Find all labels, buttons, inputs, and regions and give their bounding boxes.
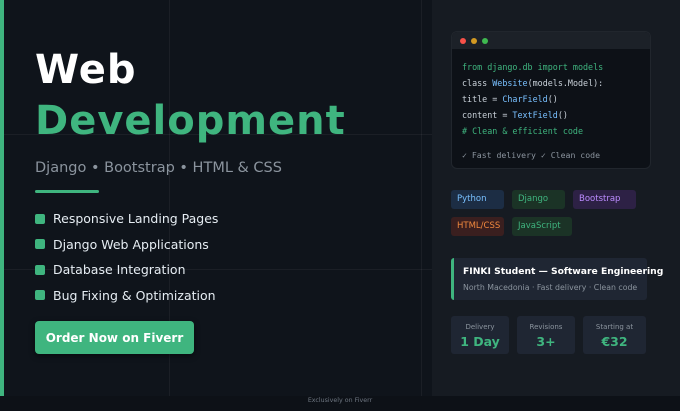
code-text: content = (462, 110, 513, 120)
code-window: from django.db import models class Websit… (451, 31, 651, 169)
tag-python: Python (451, 190, 504, 209)
stat-delivery: Delivery 1 Day (451, 316, 509, 354)
stat-label: Revisions (529, 323, 563, 331)
code-class-name: Website (492, 78, 528, 88)
code-keyword: class (462, 78, 493, 88)
feature-label: Database Integration (53, 262, 186, 278)
stat-value: 1 Day (460, 334, 500, 349)
code-text: () (557, 110, 568, 120)
feature-item: Django Web Applications (35, 232, 218, 258)
maximize-dot-icon (482, 37, 488, 44)
grid-line (421, 0, 422, 396)
code-block: from django.db import models class Websit… (452, 49, 650, 139)
window-titlebar (452, 32, 650, 49)
hero-title-line2: Development (35, 98, 346, 144)
feature-item: Responsive Landing Pages (35, 206, 218, 232)
tag-django: Django (512, 190, 565, 209)
code-text: (models.Model): (527, 78, 604, 88)
tag-javascript: JavaScript (512, 217, 572, 236)
info-card: FINKI Student — Software Engineering Nor… (451, 258, 663, 300)
bullet-icon (35, 290, 45, 301)
feature-list: Responsive Landing Pages Django Web Appl… (35, 206, 218, 308)
feature-label: Bug Fixing & Optimization (53, 287, 216, 303)
code-text: () (547, 94, 558, 104)
code-line: class Website(models.Model): (462, 75, 650, 91)
code-text: title = (462, 94, 503, 104)
code-line: title = CharField() (462, 91, 650, 107)
bullet-icon (35, 239, 45, 250)
feature-label: Responsive Landing Pages (53, 211, 219, 227)
stat-label: Delivery (465, 323, 495, 331)
feature-item: Database Integration (35, 257, 218, 283)
footer-caption: Exclusively on Fiverr (0, 396, 680, 411)
code-window-footer: ✓ Fast delivery ✓ Clean code (462, 150, 601, 160)
stat-starting-price: Starting at €32 (583, 316, 646, 354)
stat-revisions: Revisions 3+ (517, 316, 575, 354)
hero-subtitle: Django • Bootstrap • HTML & CSS (35, 160, 282, 176)
code-line: content = TextField() (462, 107, 650, 123)
info-card-title: FINKI Student — Software Engineering (463, 266, 664, 277)
bullet-icon (35, 213, 45, 224)
order-now-button[interactable]: Order Now on Fiverr (35, 321, 194, 354)
side-panel: from django.db import models class Websit… (432, 0, 680, 396)
hero-panel: Web Development Django • Bootstrap • HTM… (0, 0, 432, 396)
stat-value: 3+ (536, 334, 556, 349)
bullet-icon (35, 264, 45, 275)
code-line: from django.db import models (462, 62, 604, 72)
close-dot-icon (460, 37, 466, 44)
tag-bootstrap: Bootstrap (573, 190, 636, 209)
accent-divider (35, 190, 99, 193)
code-function: CharField (502, 94, 548, 104)
stat-label: Starting at (595, 323, 634, 331)
tag-html-css: HTML/CSS (451, 217, 504, 236)
code-function: TextField (512, 110, 558, 120)
info-card-subtitle: North Macedonia · Fast delivery · Clean … (463, 283, 638, 292)
feature-item: Bug Fixing & Optimization (35, 283, 218, 309)
hero-title-line1: Web (35, 47, 137, 93)
feature-label: Django Web Applications (53, 236, 209, 252)
code-comment: # Clean & efficient code (462, 126, 584, 136)
stat-value: €32 (601, 334, 628, 349)
minimize-dot-icon (471, 37, 477, 44)
